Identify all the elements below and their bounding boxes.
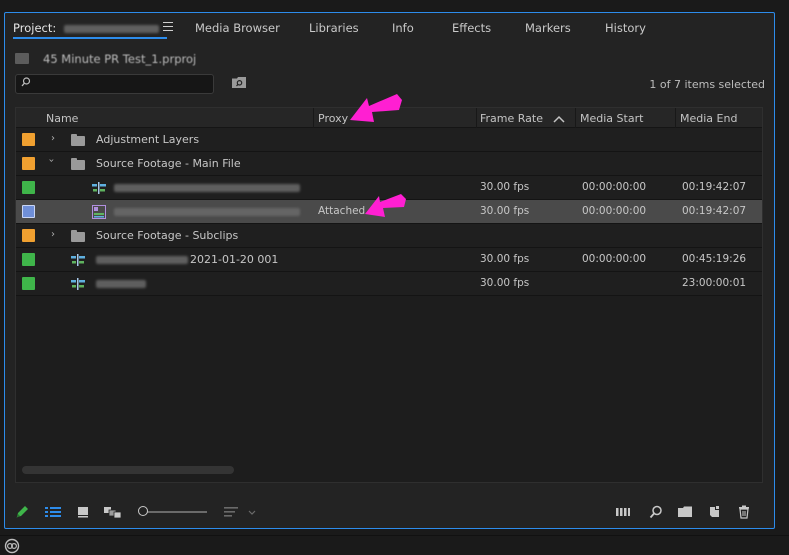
find-icon[interactable] <box>649 505 663 519</box>
label-color-swatch[interactable] <box>22 205 35 218</box>
frame-rate-cell: 30.00 fps <box>480 277 530 289</box>
creative-cloud-icon[interactable] <box>4 538 20 554</box>
redacted-item-name <box>114 208 300 216</box>
tab-media-browser[interactable]: Media Browser <box>195 21 280 35</box>
active-tab-underline <box>13 37 167 39</box>
column-header-name[interactable]: Name <box>46 112 78 125</box>
selection-status: 1 of 7 items selected <box>649 78 765 91</box>
label-color-swatch[interactable] <box>22 229 35 242</box>
list-view-icon[interactable] <box>45 505 61 519</box>
tab-project[interactable]: Project: <box>13 21 159 35</box>
label-color-swatch[interactable] <box>22 133 35 146</box>
column-header-frame-rate[interactable]: Frame Rate <box>480 112 565 125</box>
chevron-down-icon[interactable]: › <box>46 159 57 163</box>
column-divider[interactable] <box>313 108 314 128</box>
chevron-right-icon[interactable]: › <box>51 229 55 240</box>
table-row[interactable]: 30.00 fps 23:00:00:01 <box>16 272 762 296</box>
column-header-media-end[interactable]: Media End <box>680 112 737 125</box>
table-row[interactable]: › Source Footage - Subclips <box>16 224 762 248</box>
media-end-cell: 00:19:42:07 <box>682 181 747 193</box>
sequence-icon <box>71 254 85 266</box>
panel-tab-bar: Project: Media Browser Libraries Info Ef… <box>5 13 774 41</box>
proxy-cell: Attached <box>318 205 366 217</box>
clip-icon <box>92 205 106 219</box>
automate-to-sequence-icon[interactable] <box>615 505 631 519</box>
column-header-media-start[interactable]: Media Start <box>580 112 643 125</box>
item-name: 2021-01-20 001 <box>190 253 279 266</box>
column-divider[interactable] <box>675 108 676 128</box>
table-row[interactable]: › Source Footage - Main File <box>16 152 762 176</box>
annotation-arrow-icon <box>350 94 402 122</box>
project-panel: Project: Media Browser Libraries Info Ef… <box>4 12 775 529</box>
tab-markers[interactable]: Markers <box>525 21 571 35</box>
sequence-icon <box>71 278 85 290</box>
zoom-slider-handle[interactable] <box>138 506 148 516</box>
tab-info[interactable]: Info <box>392 21 414 35</box>
tab-effects[interactable]: Effects <box>452 21 491 35</box>
status-bar <box>0 535 789 555</box>
media-end-cell: 23:00:00:01 <box>682 277 747 289</box>
frame-rate-cell: 30.00 fps <box>480 181 530 193</box>
tab-history[interactable]: History <box>605 21 646 35</box>
panel-menu-icon[interactable] <box>163 22 173 31</box>
folder-icon <box>71 230 85 242</box>
icon-view-icon[interactable] <box>77 505 89 519</box>
new-bin-icon[interactable] <box>677 505 693 519</box>
label-color-swatch[interactable] <box>22 181 35 194</box>
zoom-slider-track[interactable] <box>141 511 207 513</box>
column-header-proxy[interactable]: Proxy <box>318 112 348 125</box>
sort-ascending-icon <box>552 115 565 123</box>
new-search-bin-icon[interactable] <box>232 77 246 88</box>
chevron-down-icon[interactable] <box>247 505 257 519</box>
label-color-swatch[interactable] <box>22 157 35 170</box>
search-icon <box>21 77 31 87</box>
chevron-right-icon[interactable]: › <box>51 133 55 144</box>
column-divider[interactable] <box>476 108 477 128</box>
tab-project-label: Project: <box>13 21 57 35</box>
frame-rate-cell: 30.00 fps <box>480 205 530 217</box>
frame-rate-cell: 30.00 fps <box>480 253 530 265</box>
project-file-icon <box>15 53 29 64</box>
media-start-cell: 00:00:00:00 <box>582 205 647 217</box>
new-item-icon[interactable] <box>707 505 721 519</box>
freeform-view-icon[interactable] <box>103 505 123 519</box>
tab-libraries[interactable]: Libraries <box>309 21 359 35</box>
table-row[interactable]: › Adjustment Layers <box>16 128 762 152</box>
media-start-cell: 00:00:00:00 <box>582 181 647 193</box>
media-end-cell: 00:19:42:07 <box>682 205 747 217</box>
redacted-item-name <box>96 280 146 288</box>
trash-icon[interactable] <box>737 505 751 519</box>
table-row[interactable]: 2021-01-20 001 30.00 fps 00:00:00:00 00:… <box>16 248 762 272</box>
folder-icon <box>71 134 85 146</box>
item-name: Adjustment Layers <box>96 133 200 146</box>
project-file-name: 45 Minute PR Test_1.prproj <box>43 52 197 66</box>
sequence-icon <box>92 182 106 194</box>
item-name: Source Footage - Subclips <box>96 229 239 242</box>
redacted-item-name <box>114 184 300 192</box>
label-color-swatch[interactable] <box>22 253 35 266</box>
search-input[interactable] <box>15 74 214 94</box>
folder-icon <box>71 158 85 170</box>
pencil-icon[interactable] <box>15 505 29 519</box>
project-items-table: Name Proxy Frame Rate Media Start Media … <box>15 107 763 483</box>
label-color-swatch[interactable] <box>22 277 35 290</box>
annotation-arrow-icon <box>365 194 406 217</box>
media-end-cell: 00:45:19:26 <box>682 253 747 265</box>
sort-icons-icon[interactable] <box>223 505 239 519</box>
redacted-project-name <box>63 24 159 33</box>
redacted-item-name <box>96 256 188 264</box>
column-divider[interactable] <box>575 108 576 128</box>
column-header-frame-rate-label: Frame Rate <box>480 112 543 125</box>
media-start-cell: 00:00:00:00 <box>582 253 647 265</box>
horizontal-scrollbar[interactable] <box>22 466 234 474</box>
item-name: Source Footage - Main File <box>96 157 241 170</box>
